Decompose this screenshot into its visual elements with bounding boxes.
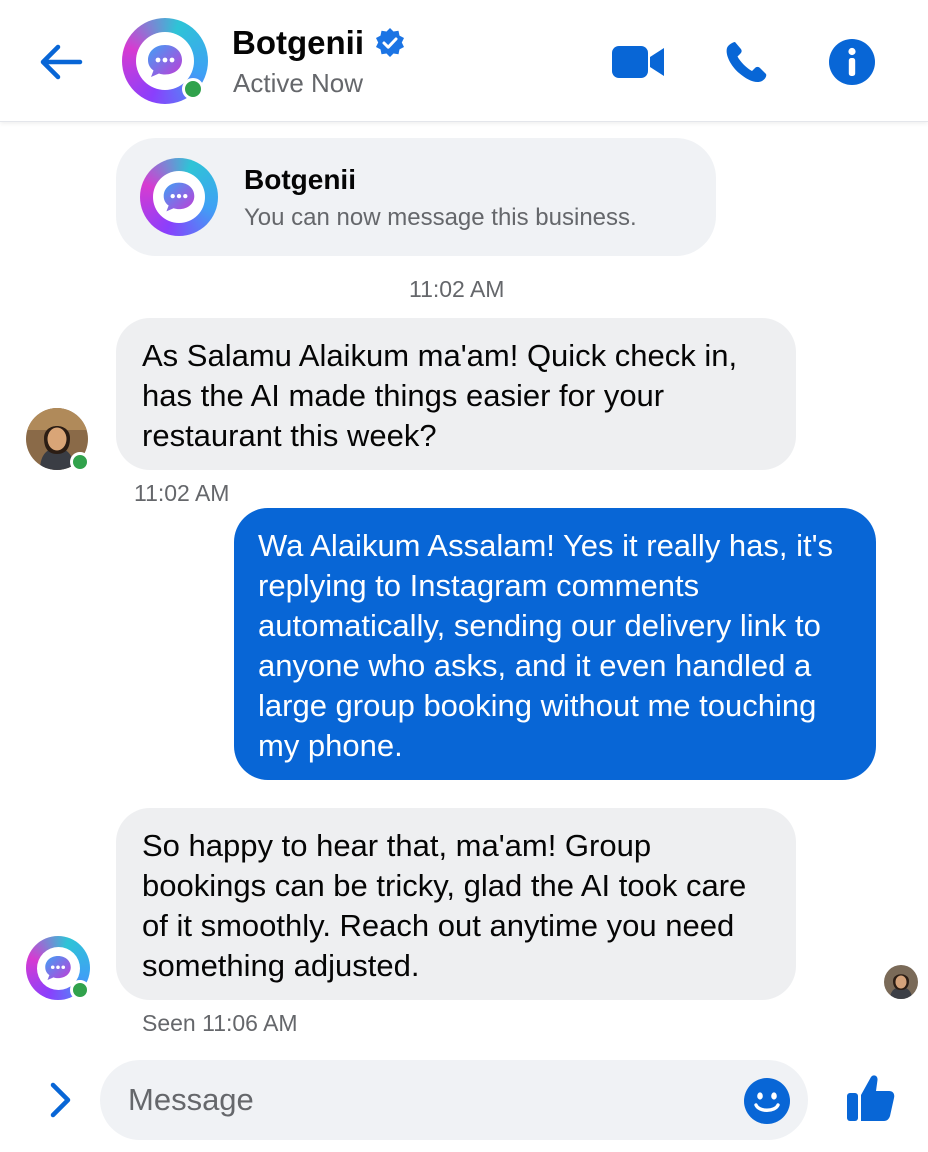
info-icon[interactable] — [824, 34, 880, 90]
incoming-message-bubble[interactable]: As Salamu Alaikum ma'am! Quick check in,… — [116, 318, 796, 470]
botgenii-logo-icon — [26, 936, 90, 1000]
incoming-message-bubble[interactable]: So happy to hear that, ma'am! Group book… — [116, 808, 796, 1000]
message-timestamp: 11:02 AM — [409, 276, 505, 302]
thumbs-up-icon[interactable] — [840, 1068, 900, 1128]
phone-icon[interactable] — [718, 34, 774, 90]
read-receipt-avatar — [884, 965, 918, 999]
message-composer — [100, 1060, 808, 1140]
chat-header: Botgenii Active Now — [0, 0, 928, 122]
contact-avatar[interactable] — [122, 18, 208, 104]
contact-name-label: Botgenii — [232, 24, 364, 61]
message-input[interactable] — [128, 1060, 728, 1140]
emoji-icon[interactable] — [742, 1076, 792, 1126]
online-status-dot — [70, 452, 90, 472]
seen-receipt: Seen 11:06 AM — [142, 1010, 298, 1036]
back-arrow-icon[interactable] — [34, 36, 86, 88]
video-camera-icon[interactable] — [610, 34, 666, 90]
message-timestamp: 11:02 AM — [134, 480, 230, 506]
contact-status: Active Now — [233, 68, 364, 98]
chevron-right-icon[interactable] — [38, 1078, 82, 1122]
business-subtitle: You can now message this business. — [244, 204, 637, 231]
botgenii-logo-icon — [140, 158, 218, 236]
verified-badge-icon — [375, 28, 404, 57]
online-status-dot — [70, 980, 90, 1000]
online-status-dot — [182, 78, 204, 100]
outgoing-message-bubble[interactable]: Wa Alaikum Assalam! Yes it really has, i… — [234, 508, 876, 780]
contact-name[interactable]: Botgenii — [232, 24, 406, 62]
business-intro-card: Botgenii You can now message this busine… — [116, 138, 716, 256]
business-name: Botgenii — [244, 164, 356, 195]
